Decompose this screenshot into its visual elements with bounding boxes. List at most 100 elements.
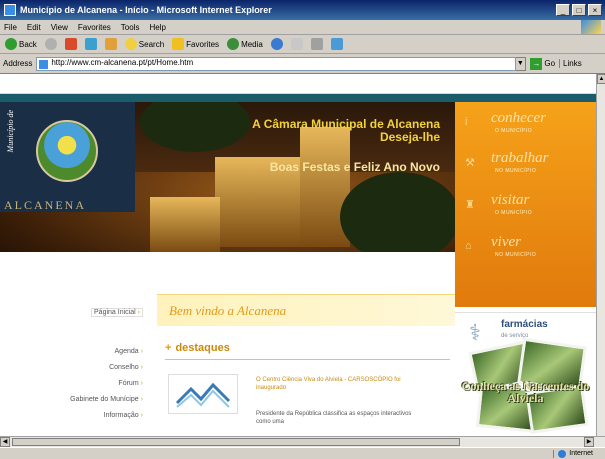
globe-icon [558, 449, 567, 458]
minimize-button[interactable]: _ [556, 4, 570, 16]
logo-emblem-icon [36, 120, 98, 182]
menu-item-agenda[interactable]: Agenda › [115, 348, 143, 355]
refresh-button[interactable] [83, 36, 99, 52]
history-button[interactable] [269, 36, 285, 52]
ie-icon [4, 4, 16, 16]
window-title: Município de Alcanena - Início - Microso… [20, 5, 272, 15]
favorites-button[interactable]: Favorites [170, 36, 221, 52]
edit-button[interactable] [329, 36, 345, 52]
media-label: Media [241, 39, 263, 49]
star-icon [172, 38, 185, 50]
address-bar: Address http://www.cm-alcanena.pt/pt/Hom… [0, 54, 605, 74]
close-button[interactable]: × [588, 4, 602, 16]
menu-item-forum[interactable]: Fórum › [118, 380, 143, 387]
menu-item-conselho[interactable]: Conselho › [109, 364, 143, 371]
go-label: Go [544, 59, 556, 68]
nav-label: trabalhar [491, 150, 549, 166]
favorites-label: Favorites [186, 39, 220, 49]
news-summary: Presidente da República classifica as es… [256, 411, 412, 425]
nav-trabalhar[interactable]: ⚒ trabalhar NO MUNICÍPIO [465, 150, 590, 190]
page-viewport: A Câmara Municipal de Alcanena Deseja-lh… [0, 74, 596, 436]
stop-icon [64, 38, 77, 50]
news-thumbnail[interactable] [168, 374, 238, 414]
nav-viver[interactable]: ⌂ viver NO MUNICÍPIO [465, 234, 590, 274]
page-icon [39, 59, 49, 69]
nav-sublabel: NO MUNICÍPIO [495, 252, 537, 258]
municipality-logo[interactable]: Município de ALCANENA [0, 102, 135, 212]
stop-button[interactable] [63, 36, 79, 52]
greeting-line-1: A Câmara Municipal de Alcanena Deseja-lh… [252, 117, 440, 144]
search-icon [124, 38, 137, 50]
home-icon [104, 38, 117, 50]
plus-icon: + [165, 342, 172, 354]
back-arrow-icon [5, 38, 17, 50]
vertical-scrollbar[interactable]: ▲ [596, 74, 605, 436]
news-headline-link[interactable]: O Centro Ciência Viva do Alviela - CARSO… [256, 376, 406, 392]
logo-side-text: Município de [6, 110, 15, 153]
media-icon [227, 38, 240, 50]
zone-label: Internet [569, 450, 593, 457]
horizontal-scroll-thumb[interactable] [12, 438, 460, 446]
menu-item-label: Página Inicial [94, 309, 136, 316]
maximize-button[interactable]: □ [572, 4, 586, 16]
menu-view[interactable]: View [51, 23, 68, 32]
greeting-line-2: Boas Festas e Feliz Ano Novo [269, 160, 440, 174]
site-top-band [0, 74, 596, 102]
links-button[interactable]: Links [559, 59, 582, 68]
horizontal-scrollbar[interactable]: ◀ ▶ [0, 436, 605, 447]
pharmacies-title: farmácias [501, 319, 548, 330]
welcome-text: Bem vindo a Alcanena [169, 303, 287, 318]
banner-tree-right [340, 172, 455, 252]
menu-item-informacao[interactable]: Informação › [104, 412, 143, 419]
nav-label: visitar [491, 192, 530, 208]
nav-sublabel: NO MUNICÍPIO [495, 168, 537, 174]
logo-name: ALCANENA [4, 198, 86, 212]
mail-button[interactable] [289, 36, 305, 52]
address-label: Address [3, 59, 33, 68]
print-icon [310, 38, 323, 50]
address-input[interactable]: http://www.cm-alcanena.pt/pt/Home.htm [36, 56, 517, 71]
nav-conhecer[interactable]: i conhecer O MUNICÍPIO [465, 110, 590, 150]
address-url: http://www.cm-alcanena.pt/pt/Home.htm [51, 57, 194, 67]
info-icon: i [465, 116, 468, 128]
go-button[interactable]: → Go [530, 57, 556, 70]
security-zone: Internet [553, 449, 605, 458]
history-icon [270, 38, 283, 50]
navigation-toolbar: Back Search Favorites Media [0, 35, 605, 54]
edit-icon [330, 38, 343, 50]
refresh-icon [84, 38, 97, 50]
menu-edit[interactable]: Edit [27, 23, 41, 32]
welcome-banner: Bem vindo a Alcanena [157, 294, 455, 326]
print-button[interactable] [309, 36, 325, 52]
home-button[interactable] [103, 36, 119, 52]
castle-icon: ♜ [465, 199, 475, 211]
mail-icon [290, 38, 303, 50]
menu-item-home[interactable]: Página Inicial › [91, 308, 143, 317]
menu-bar: File Edit View Favorites Tools Help [0, 20, 605, 35]
scroll-up-button[interactable]: ▲ [597, 74, 605, 84]
menu-item-label: Informação [103, 412, 139, 419]
media-button[interactable]: Media [225, 36, 265, 52]
menu-item-label: Gabinete do Munícipe [70, 396, 139, 403]
nav-visitar[interactable]: ♜ visitar O MUNICÍPIO [465, 192, 590, 232]
mountain-logo-icon [175, 382, 231, 408]
highlights-heading: + destaques [165, 342, 230, 354]
menu-item-gabinete[interactable]: Gabinete do Munícipe › [70, 396, 143, 403]
menu-item-label: Conselho [109, 364, 139, 371]
left-menu: Página Inicial › Agenda › Conselho › Fórum ›… [0, 252, 155, 436]
scroll-right-button[interactable]: ▶ [584, 437, 594, 447]
menu-file[interactable]: File [4, 23, 17, 32]
menu-help[interactable]: Help [149, 23, 165, 32]
menu-favorites[interactable]: Favorites [78, 23, 111, 32]
search-button[interactable]: Search [123, 36, 166, 52]
banner-low-building [150, 197, 220, 252]
scroll-left-button[interactable]: ◀ [0, 437, 10, 447]
back-button[interactable]: Back [3, 36, 39, 52]
alviela-photo-promo[interactable]: Conheça as Nascentes do Alviela [458, 337, 593, 436]
status-bar: Internet [0, 447, 605, 459]
forward-button[interactable] [43, 36, 59, 52]
forward-arrow-icon [44, 38, 57, 50]
window-controls: _ □ × [556, 4, 605, 16]
menu-item-label: Agenda [114, 348, 139, 355]
menu-tools[interactable]: Tools [121, 23, 140, 32]
